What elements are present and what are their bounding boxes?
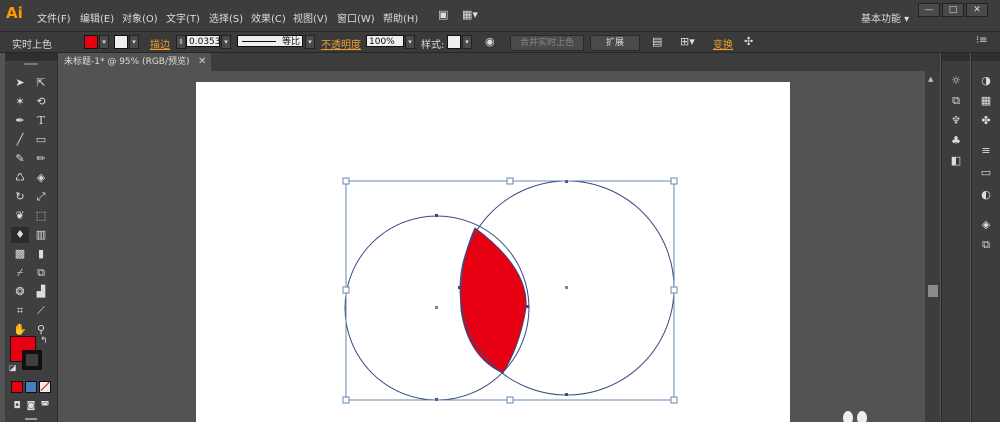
gradient-icon[interactable]: ▭ xyxy=(977,165,995,181)
symbols-icon[interactable]: ♣ xyxy=(947,133,965,149)
watermark-mark xyxy=(857,411,867,422)
bounding-box-handle[interactable] xyxy=(506,396,514,404)
panel-dock-left: ☼ ⧉ ♆ ♣ ◧ xyxy=(941,53,970,422)
bounding-box-handle[interactable] xyxy=(670,286,678,294)
layers-icon[interactable]: ◈ xyxy=(977,217,995,233)
bounding-box-handle[interactable] xyxy=(342,396,350,404)
brushes-icon[interactable]: ♆ xyxy=(947,113,965,129)
right-circle-center-point xyxy=(565,286,568,289)
bounding-box-handle[interactable] xyxy=(506,177,514,185)
watermark-mark xyxy=(843,411,853,422)
panel-dock-right: ◑ ▦ ✤ ≡ ▭ ◐ ◈ ⧉ xyxy=(971,53,1000,422)
color-guide-icon[interactable]: ☼ xyxy=(947,73,965,89)
graphic-styles-icon[interactable]: ◧ xyxy=(947,153,965,169)
swatches-icon[interactable]: ▦ xyxy=(977,93,995,109)
vertical-scrollbar[interactable]: ▲ xyxy=(925,71,940,422)
stroke-icon[interactable]: ≡ xyxy=(977,143,995,159)
anchor-point xyxy=(526,305,529,308)
anchor-point xyxy=(565,393,568,396)
transform-panel-icon[interactable]: ⧉ xyxy=(977,237,995,253)
bounding-box-handle[interactable] xyxy=(342,286,350,294)
bounding-box-handle[interactable] xyxy=(670,396,678,404)
dock-header[interactable] xyxy=(942,53,970,61)
transparency-icon[interactable]: ◐ xyxy=(977,187,995,203)
color-libraries-icon[interactable]: ✤ xyxy=(977,113,995,129)
bounding-box-handle[interactable] xyxy=(342,177,350,185)
artwork xyxy=(342,177,867,422)
dock-header[interactable] xyxy=(972,53,1000,61)
bounding-box-handle[interactable] xyxy=(670,177,678,185)
live-paint-intersection-fill[interactable] xyxy=(460,227,527,374)
artboards-icon[interactable]: ⧉ xyxy=(947,93,965,109)
scrollbar-thumb[interactable] xyxy=(928,285,938,297)
anchor-point xyxy=(435,214,438,217)
left-circle-center-point xyxy=(435,306,438,309)
anchor-point xyxy=(458,286,461,289)
color-icon[interactable]: ◑ xyxy=(977,73,995,89)
scroll-up-icon[interactable]: ▲ xyxy=(928,75,933,83)
